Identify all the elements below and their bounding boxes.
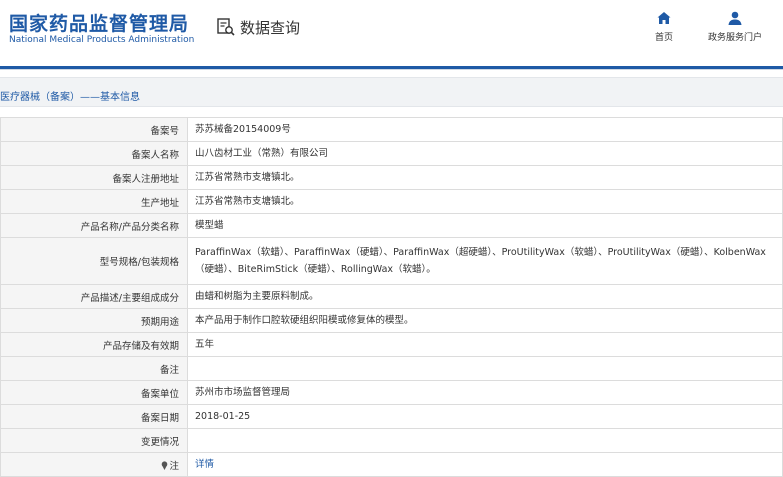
field-value: 由蜡和树脂为主要原料制成。	[187, 284, 783, 309]
field-label: 备案号	[0, 117, 188, 142]
field-label: 注	[169, 460, 179, 472]
table-row: 备案单位 苏州市市场监督管理局	[0, 380, 783, 405]
home-icon	[657, 12, 671, 24]
nav-home[interactable]: 首页	[648, 10, 680, 43]
field-label: 型号规格/包装规格	[0, 237, 188, 285]
field-label: 变更情况	[0, 428, 188, 453]
record-info-table: 备案号 苏苏械备20154009号 备案人名称 山八齿材工业（常熟）有限公司 备…	[0, 117, 783, 477]
note-label-cell: 注	[0, 452, 188, 477]
breadcrumb-bar: 医疗器械（备案）——基本信息	[0, 77, 783, 107]
field-value: 苏州市市场监督管理局	[187, 380, 783, 405]
field-value: ParaffinWax（软蜡）、ParaffinWax（硬蜡）、Paraffin…	[187, 237, 783, 285]
nav-service-portal[interactable]: 政务服务门户	[702, 10, 768, 43]
field-value: 江苏省常熟市支塘镇北。	[187, 189, 783, 214]
site-header: 国家药品监督管理局 National Medical Products Admi…	[0, 0, 783, 66]
header-divider-thin	[0, 69, 783, 70]
table-row: 备注	[0, 356, 783, 381]
data-query-label: 数据查询	[240, 18, 301, 37]
pin-icon	[162, 460, 168, 470]
field-label: 备注	[0, 356, 188, 381]
field-value: 五年	[187, 332, 783, 357]
field-value: 苏苏械备20154009号	[187, 117, 783, 142]
details-link[interactable]: 详情	[195, 459, 214, 470]
table-row: 型号规格/包装规格 ParaffinWax（软蜡）、ParaffinWax（硬蜡…	[0, 237, 783, 285]
table-row: 注 详情	[0, 452, 783, 477]
field-label: 产品存储及有效期	[0, 332, 188, 357]
user-icon	[728, 11, 742, 25]
table-row: 备案号 苏苏械备20154009号	[0, 117, 783, 142]
field-label: 备案人注册地址	[0, 165, 188, 190]
field-value: 江苏省常熟市支塘镇北。	[187, 165, 783, 190]
site-logo-en[interactable]: National Medical Products Administration	[9, 35, 194, 45]
field-value: 山八齿材工业（常熟）有限公司	[187, 141, 783, 166]
table-row: 产品描述/主要组成成分 由蜡和树脂为主要原料制成。	[0, 284, 783, 309]
table-row: 变更情况	[0, 428, 783, 453]
field-value: 2018-01-25	[187, 404, 783, 429]
field-label: 预期用途	[0, 308, 188, 333]
table-row: 备案日期 2018-01-25	[0, 404, 783, 429]
field-value: 模型蜡	[187, 213, 783, 238]
document-search-icon	[217, 18, 235, 36]
field-label: 备案单位	[0, 380, 188, 405]
site-logo-cn[interactable]: 国家药品监督管理局	[9, 9, 189, 36]
field-value	[187, 428, 783, 453]
table-row: 生产地址 江苏省常熟市支塘镇北。	[0, 189, 783, 214]
field-label: 生产地址	[0, 189, 188, 214]
data-query-title[interactable]: 数据查询	[216, 16, 300, 38]
field-label: 产品名称/产品分类名称	[0, 213, 188, 238]
table-row: 备案人名称 山八齿材工业（常熟）有限公司	[0, 141, 783, 166]
field-value	[187, 356, 783, 381]
field-value: 详情	[187, 452, 783, 477]
table-row: 产品存储及有效期 五年	[0, 332, 783, 357]
table-row: 预期用途 本产品用于制作口腔软硬组织阳模或修复体的模型。	[0, 308, 783, 333]
table-row: 备案人注册地址 江苏省常熟市支塘镇北。	[0, 165, 783, 190]
breadcrumb: 医疗器械（备案）——基本信息	[0, 92, 140, 103]
table-row: 产品名称/产品分类名称 模型蜡	[0, 213, 783, 238]
nav-home-label: 首页	[654, 33, 673, 43]
field-label: 产品描述/主要组成成分	[0, 284, 188, 309]
field-label: 备案人名称	[0, 141, 188, 166]
field-value: 本产品用于制作口腔软硬组织阳模或修复体的模型。	[187, 308, 783, 333]
nav-service-portal-label: 政务服务门户	[707, 33, 762, 43]
field-label: 备案日期	[0, 404, 188, 429]
